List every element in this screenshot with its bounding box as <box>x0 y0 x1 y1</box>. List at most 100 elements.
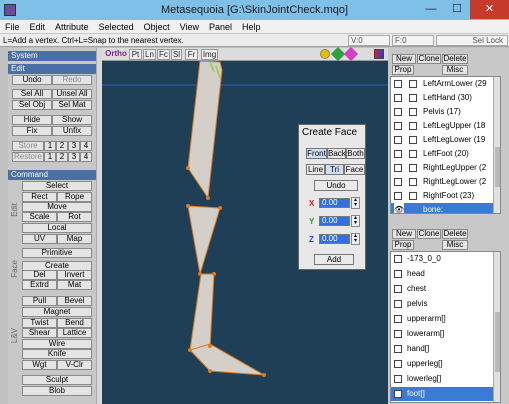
restore-slot-3[interactable]: 3 <box>68 152 80 162</box>
object-misc-button[interactable]: Misc <box>442 65 468 75</box>
close-button[interactable]: ✕ <box>470 0 509 19</box>
list-item-selected[interactable]: foot[] <box>391 387 495 401</box>
store-slot-4[interactable]: 4 <box>80 141 92 151</box>
sel-lock-toggle[interactable]: Sel Lock <box>436 35 508 46</box>
menu-view[interactable]: View <box>175 20 204 34</box>
list-item-selected[interactable]: 👁 bone: <box>391 203 495 213</box>
maximize-button[interactable]: ☐ <box>444 0 470 19</box>
store-slot-1[interactable]: 1 <box>44 141 56 151</box>
list-item[interactable]: hand[] <box>391 342 495 356</box>
vclr-button[interactable]: V-Clr <box>57 360 92 370</box>
sel-obj-button[interactable]: Sel Obj <box>12 100 52 110</box>
del-button[interactable]: Del <box>22 270 57 280</box>
redo-button[interactable]: Redo <box>52 75 92 85</box>
rect-button[interactable]: Rect <box>22 192 57 202</box>
knife-button[interactable]: Knife <box>22 349 92 359</box>
uv-button[interactable]: UV <box>22 234 57 244</box>
pull-button[interactable]: Pull <box>22 296 57 306</box>
list-item[interactable]: -173_0_0 <box>391 252 495 266</box>
menu-edit[interactable]: Edit <box>25 20 51 34</box>
both-button[interactable]: Both <box>346 148 365 159</box>
front-button[interactable]: Front <box>306 148 327 159</box>
list-item[interactable]: upperarm[] <box>391 312 495 326</box>
undo-button[interactable]: Undo <box>12 75 52 85</box>
material-clone-button[interactable]: Clone <box>417 229 441 239</box>
rotate-view-icon[interactable] <box>343 46 359 62</box>
list-item[interactable]: upperleg[] <box>391 357 495 371</box>
ortho-toggle[interactable]: Ortho <box>104 49 128 60</box>
list-item[interactable]: RightFoot (23) <box>391 189 495 203</box>
view-fr-button[interactable]: Fr <box>185 49 198 60</box>
menu-object[interactable]: Object <box>139 20 175 34</box>
view-img-button[interactable]: Img <box>201 49 218 60</box>
list-item[interactable]: LeftLegLower (19 <box>391 133 495 147</box>
list-item[interactable]: LeftArmLower (29 <box>391 77 495 91</box>
unsel-all-button[interactable]: Unsel All <box>52 89 92 99</box>
list-item[interactable]: pelvis <box>391 297 495 311</box>
shear-button[interactable]: Shear <box>22 328 57 338</box>
z-spinner[interactable]: ▴ ▾ <box>351 233 360 245</box>
rot-button[interactable]: Rot <box>57 212 92 222</box>
sel-mat-button[interactable]: Sel Mat <box>52 100 92 110</box>
list-item[interactable]: LeftHand (30) <box>391 91 495 105</box>
material-new-button[interactable]: New <box>392 229 416 239</box>
bend-button[interactable]: Bend <box>57 318 92 328</box>
list-item[interactable]: LeftFoot (20) <box>391 147 495 161</box>
y-spinner[interactable]: ▴ ▾ <box>351 215 360 227</box>
move-button[interactable]: Move <box>22 202 92 212</box>
material-list-scrollbar[interactable] <box>493 252 500 402</box>
view-ln-button[interactable]: Ln <box>143 49 156 60</box>
blob-button[interactable]: Blob <box>22 386 92 396</box>
color-view-icon[interactable] <box>374 49 384 59</box>
view-fc-button[interactable]: Fc <box>157 49 170 60</box>
zoom-icon[interactable] <box>320 49 330 59</box>
list-item[interactable]: chest <box>391 282 495 296</box>
rope-button[interactable]: Rope <box>57 192 92 202</box>
cf-undo-button[interactable]: Undo <box>314 180 358 191</box>
magnet-button[interactable]: Magnet <box>22 307 92 317</box>
store-button[interactable]: Store <box>12 141 44 151</box>
add-button[interactable]: Add <box>314 254 354 265</box>
extrd-button[interactable]: Extrd <box>22 280 57 290</box>
primitive-button[interactable]: Primitive <box>22 248 92 258</box>
restore-slot-1[interactable]: 1 <box>44 152 56 162</box>
list-item[interactable]: lowerleg[] <box>391 372 495 386</box>
menu-selected[interactable]: Selected <box>94 20 139 34</box>
list-item[interactable]: RightLegUpper (2 <box>391 161 495 175</box>
material-misc-button[interactable]: Misc <box>442 240 468 250</box>
system-header[interactable]: System <box>8 51 96 61</box>
wgt-button[interactable]: Wgt <box>22 360 57 370</box>
lattice-button[interactable]: Lattice <box>57 328 92 338</box>
unfix-button[interactable]: Unfix <box>52 126 92 136</box>
mat-button[interactable]: Mat <box>57 280 92 290</box>
y-input[interactable]: 0.00 <box>319 216 350 226</box>
z-input[interactable]: 0.00 <box>319 234 350 244</box>
tri-button[interactable]: Tri <box>325 164 344 175</box>
x-spinner[interactable]: ▴ ▾ <box>351 197 360 209</box>
line-button[interactable]: Line <box>306 164 325 175</box>
restore-button[interactable]: Restore <box>12 152 44 162</box>
command-header[interactable]: Command <box>8 170 96 180</box>
twist-button[interactable]: Twist <box>22 318 57 328</box>
local-button[interactable]: Local <box>22 223 92 233</box>
object-delete-button[interactable]: Delete <box>442 54 468 64</box>
fix-button[interactable]: Fix <box>12 126 52 136</box>
invert-button[interactable]: Invert <box>57 270 92 280</box>
sculpt-button[interactable]: Sculpt <box>22 375 92 385</box>
edit-header[interactable]: Edit <box>8 64 96 74</box>
hide-button[interactable]: Hide <box>12 115 52 125</box>
menu-file[interactable]: File <box>0 20 25 34</box>
list-item[interactable]: LeftLegUpper (18 <box>391 119 495 133</box>
minimize-button[interactable]: — <box>418 0 444 19</box>
list-item[interactable]: lowerarm[] <box>391 327 495 341</box>
back-button[interactable]: Back <box>327 148 346 159</box>
restore-slot-2[interactable]: 2 <box>56 152 68 162</box>
bevel-button[interactable]: Bevel <box>57 296 92 306</box>
store-slot-2[interactable]: 2 <box>56 141 68 151</box>
menu-panel[interactable]: Panel <box>204 20 237 34</box>
show-button[interactable]: Show <box>52 115 92 125</box>
face-button[interactable]: Face <box>344 164 365 175</box>
object-list-scrollbar[interactable] <box>493 77 500 213</box>
store-slot-3[interactable]: 3 <box>68 141 80 151</box>
object-new-button[interactable]: New <box>392 54 416 64</box>
